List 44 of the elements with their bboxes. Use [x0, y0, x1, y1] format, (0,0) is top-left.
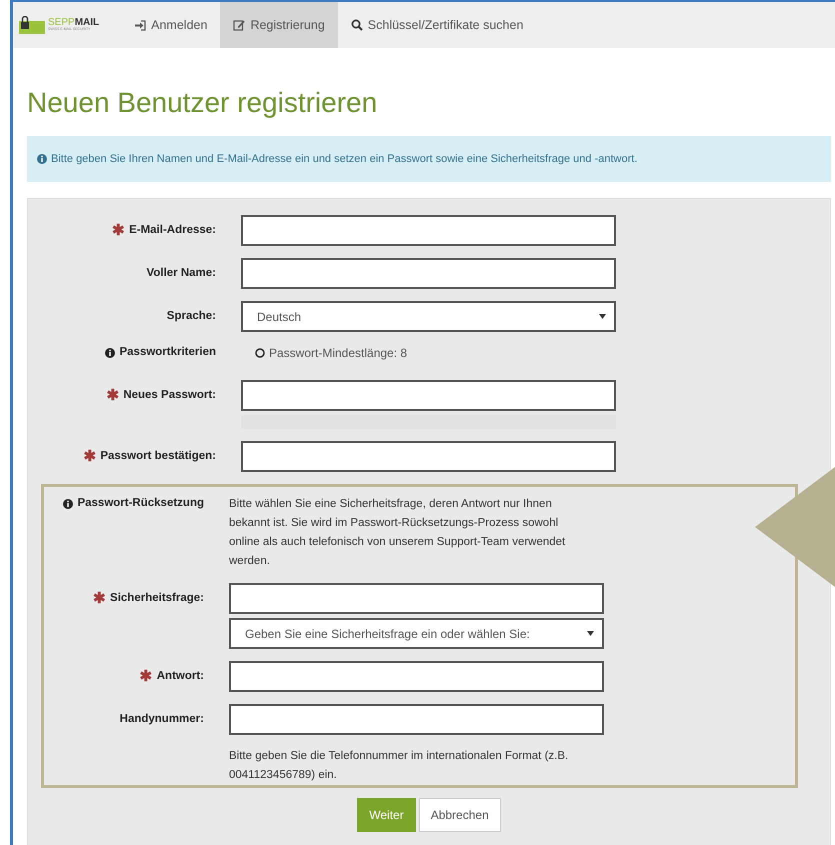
text-input[interactable]	[241, 380, 616, 412]
caret-icon	[599, 314, 606, 320]
lock-logo-icon	[19, 16, 45, 34]
help-text: Bitte geben Sie die Telefonnummer im internationalen Format (z.B. 0041123456789) ein.	[229, 749, 570, 784]
page-title: Neuen Benutzer registrieren	[27, 86, 378, 120]
nav-link[interactable]: Schlüssel/Zertifikate suchen	[338, 2, 536, 48]
info-message: Bitte geben Sie Ihren Namen und E-Mail-Adresse ein und setzen ein Passwort sowie eine Sicherheitsfrage und -antwort.	[51, 152, 638, 167]
caret-icon	[587, 631, 594, 636]
required-asterisk: ✱	[140, 669, 153, 684]
required-asterisk: ✱	[106, 388, 120, 404]
info-icon	[37, 154, 47, 164]
nav-link[interactable]: Anmelden	[121, 2, 220, 48]
criteria-text: Passwort-Mindestlänge: 8	[269, 345, 408, 362]
brand-name: SEPPMAIL	[48, 18, 100, 28]
text-input[interactable]	[241, 258, 616, 290]
cancel-button[interactable]: Abbrechen	[418, 798, 501, 832]
select-field[interactable]: Geben Sie eine Sicherheitsfrage ein oder wählen Sie:	[229, 618, 604, 650]
field-label: E-Mail-Adresse:	[129, 222, 216, 238]
required-asterisk: ✱	[83, 449, 96, 464]
field-label: Sprache:	[166, 308, 216, 324]
text-input[interactable]	[229, 661, 604, 692]
sign-in-icon	[134, 20, 146, 30]
info-icon	[63, 498, 74, 509]
field-label: Neues Passwort:	[123, 388, 216, 403]
required-asterisk: ✱	[112, 223, 126, 238]
required-asterisk: ✱	[93, 591, 106, 606]
field-label: Passwort bestätigen:	[100, 448, 216, 464]
nav-link[interactable]: Registrierung	[220, 2, 338, 48]
info-icon	[105, 348, 116, 358]
field-label: Sicherheitsfrage:	[110, 590, 204, 606]
text-input[interactable]	[229, 704, 604, 736]
section-description: Bitte wählen Sie eine Sicherheitsfrage, deren Antwort nur Ihnen bekannt ist. Sie wird im Passwort-Rücksetzungs-Prozess sowohl online als auch telefonisch von unserem Support-Team verwendet werden.	[229, 497, 566, 570]
text-input[interactable]	[229, 583, 604, 614]
text-input[interactable]	[241, 215, 616, 246]
field-label: Antwort:	[156, 668, 204, 684]
field-label: Handynummer:	[120, 712, 204, 727]
section-label: Passwort-Rücksetzung	[77, 496, 204, 512]
field-label: Passwortkriterien	[119, 345, 216, 360]
search-icon	[350, 19, 363, 31]
field-label: Voller Name:	[146, 266, 216, 281]
text-input[interactable]	[241, 441, 616, 472]
edit-icon	[233, 19, 246, 31]
circle-icon	[255, 348, 265, 358]
select-field[interactable]: Deutsch	[241, 301, 616, 332]
